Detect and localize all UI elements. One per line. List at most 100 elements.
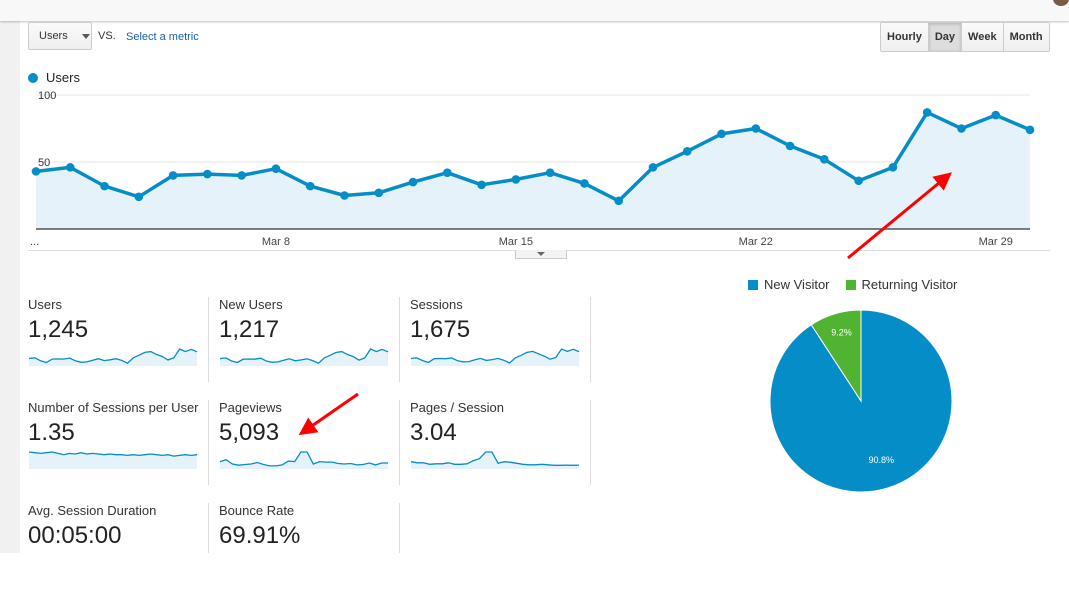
data-point[interactable] — [237, 171, 246, 180]
sparkline — [410, 348, 580, 366]
metric-value: 1,245 — [28, 316, 89, 343]
data-point[interactable] — [374, 188, 384, 198]
metric-divider — [399, 400, 400, 485]
left-margin — [0, 0, 20, 553]
data-point[interactable] — [785, 141, 795, 151]
sparkline-area — [220, 349, 388, 366]
period-toggle: Hourly Day Week Month — [880, 22, 1050, 52]
returning-visitor-swatch-icon — [845, 279, 856, 290]
metric-number-of-sessions-per-user[interactable]: Number of Sessions per User 1.35 — [28, 400, 208, 500]
metric-pageviews[interactable]: Pageviews 5,093 — [219, 400, 399, 500]
vs-label: VS. — [98, 30, 116, 42]
metric-pages-session[interactable]: Pages / Session 3.04 — [410, 400, 590, 500]
data-point[interactable] — [751, 124, 761, 133]
chevron-down-icon — [81, 33, 90, 39]
data-point[interactable] — [1025, 125, 1035, 135]
chart-legend: Users — [28, 70, 80, 85]
data-point[interactable] — [580, 179, 589, 188]
legend-new-visitor: New Visitor — [764, 277, 830, 292]
metric-label: Avg. Session Duration — [28, 503, 157, 518]
metric-label: New Users — [219, 297, 283, 312]
data-point[interactable] — [100, 181, 109, 191]
metric-value: 1,675 — [410, 316, 471, 343]
metric-dropdown[interactable]: Users — [28, 22, 92, 50]
metric-divider — [208, 297, 209, 382]
data-point[interactable] — [271, 164, 281, 173]
metric-value: 1.35 — [28, 419, 75, 446]
sparkline — [410, 451, 580, 469]
x-tick-label: Mar 8 — [262, 236, 290, 248]
pie-slice-label: 90.8% — [868, 455, 894, 465]
users-line-chart[interactable]: 100 50... Mar 8 Mar 15 Mar 22 Mar 29 — [0, 85, 1069, 250]
y-tick-label: 50 — [38, 157, 50, 169]
metric-new-users[interactable]: New Users 1,217 — [219, 297, 399, 397]
metric-dropdown-label: Users — [39, 30, 68, 42]
metric-value: 5,093 — [219, 419, 280, 446]
sparkline-area — [411, 452, 579, 469]
data-point[interactable] — [305, 181, 315, 191]
metric-bounce-rate[interactable]: Bounce Rate 69.91% — [219, 503, 399, 603]
x-tick-label: Mar 29 — [979, 236, 1013, 248]
metric-label: Pageviews — [219, 400, 282, 415]
metric-value: 69.91% — [219, 522, 301, 549]
legend-returning-visitor: Returning Visitor — [861, 277, 958, 292]
sparkline — [28, 451, 198, 469]
data-point[interactable] — [614, 196, 623, 206]
sparkline — [219, 451, 388, 469]
data-point[interactable] — [922, 108, 932, 117]
top-bar — [0, 0, 1069, 21]
metric-divider — [208, 400, 209, 485]
data-point[interactable] — [888, 163, 898, 172]
metric-label: Number of Sessions per User — [28, 400, 199, 415]
data-point[interactable] — [203, 169, 212, 179]
data-point[interactable] — [511, 175, 521, 184]
x-tick-label: ... — [30, 236, 39, 248]
x-tick-label: Mar 15 — [499, 236, 533, 248]
legend-dot-icon — [28, 72, 38, 83]
metric-avg-session-duration[interactable]: Avg. Session Duration 00:05:00 — [28, 503, 208, 603]
data-point[interactable] — [717, 129, 726, 139]
metric-sessions[interactable]: Sessions 1,675 — [410, 297, 590, 397]
pie-slice-label: 9.2% — [831, 328, 852, 338]
metric-value: 1,217 — [219, 316, 280, 343]
visitor-pie-chart[interactable]: 90.8% 9.2% — [760, 300, 960, 500]
data-point[interactable] — [65, 163, 75, 172]
data-point[interactable] — [991, 110, 1001, 120]
data-point[interactable] — [957, 124, 966, 133]
metric-value: 3.04 — [410, 419, 457, 446]
legend-label: Users — [46, 70, 80, 85]
data-point[interactable] — [648, 163, 658, 172]
data-point[interactable] — [134, 192, 144, 202]
data-point[interactable] — [408, 177, 418, 187]
period-hourly-button[interactable]: Hourly — [881, 23, 928, 51]
metric-divider — [399, 297, 400, 382]
avatar[interactable] — [1053, 0, 1069, 6]
metric-label: Pages / Session — [410, 400, 504, 415]
data-point[interactable] — [168, 171, 178, 180]
metric-label: Bounce Rate — [219, 503, 295, 518]
sparkline-area — [29, 349, 197, 366]
sparkline — [28, 348, 198, 366]
data-point[interactable] — [340, 191, 349, 200]
y-tick-label: 100 — [38, 90, 56, 102]
period-week-button[interactable]: Week — [961, 23, 1003, 51]
collapse-chart-button[interactable] — [515, 250, 567, 259]
metric-users[interactable]: Users 1,245 — [28, 297, 208, 397]
metric-divider — [590, 400, 591, 485]
data-point[interactable] — [820, 155, 829, 164]
period-day-button[interactable]: Day — [927, 23, 962, 51]
metric-label: Sessions — [410, 297, 463, 312]
chevron-down-icon — [537, 252, 545, 256]
data-point[interactable] — [477, 180, 486, 190]
data-point[interactable] — [854, 176, 863, 186]
metric-label: Users — [28, 297, 62, 312]
select-metric-link[interactable]: Select a metric — [126, 31, 199, 43]
metric-value: 00:05:00 — [28, 522, 122, 549]
metric-divider — [590, 297, 591, 382]
data-point[interactable] — [682, 146, 692, 156]
sparkline — [219, 348, 389, 366]
metric-divider — [208, 503, 209, 553]
period-month-button[interactable]: Month — [1002, 23, 1049, 51]
data-point[interactable] — [545, 168, 555, 178]
data-point[interactable] — [443, 168, 452, 178]
